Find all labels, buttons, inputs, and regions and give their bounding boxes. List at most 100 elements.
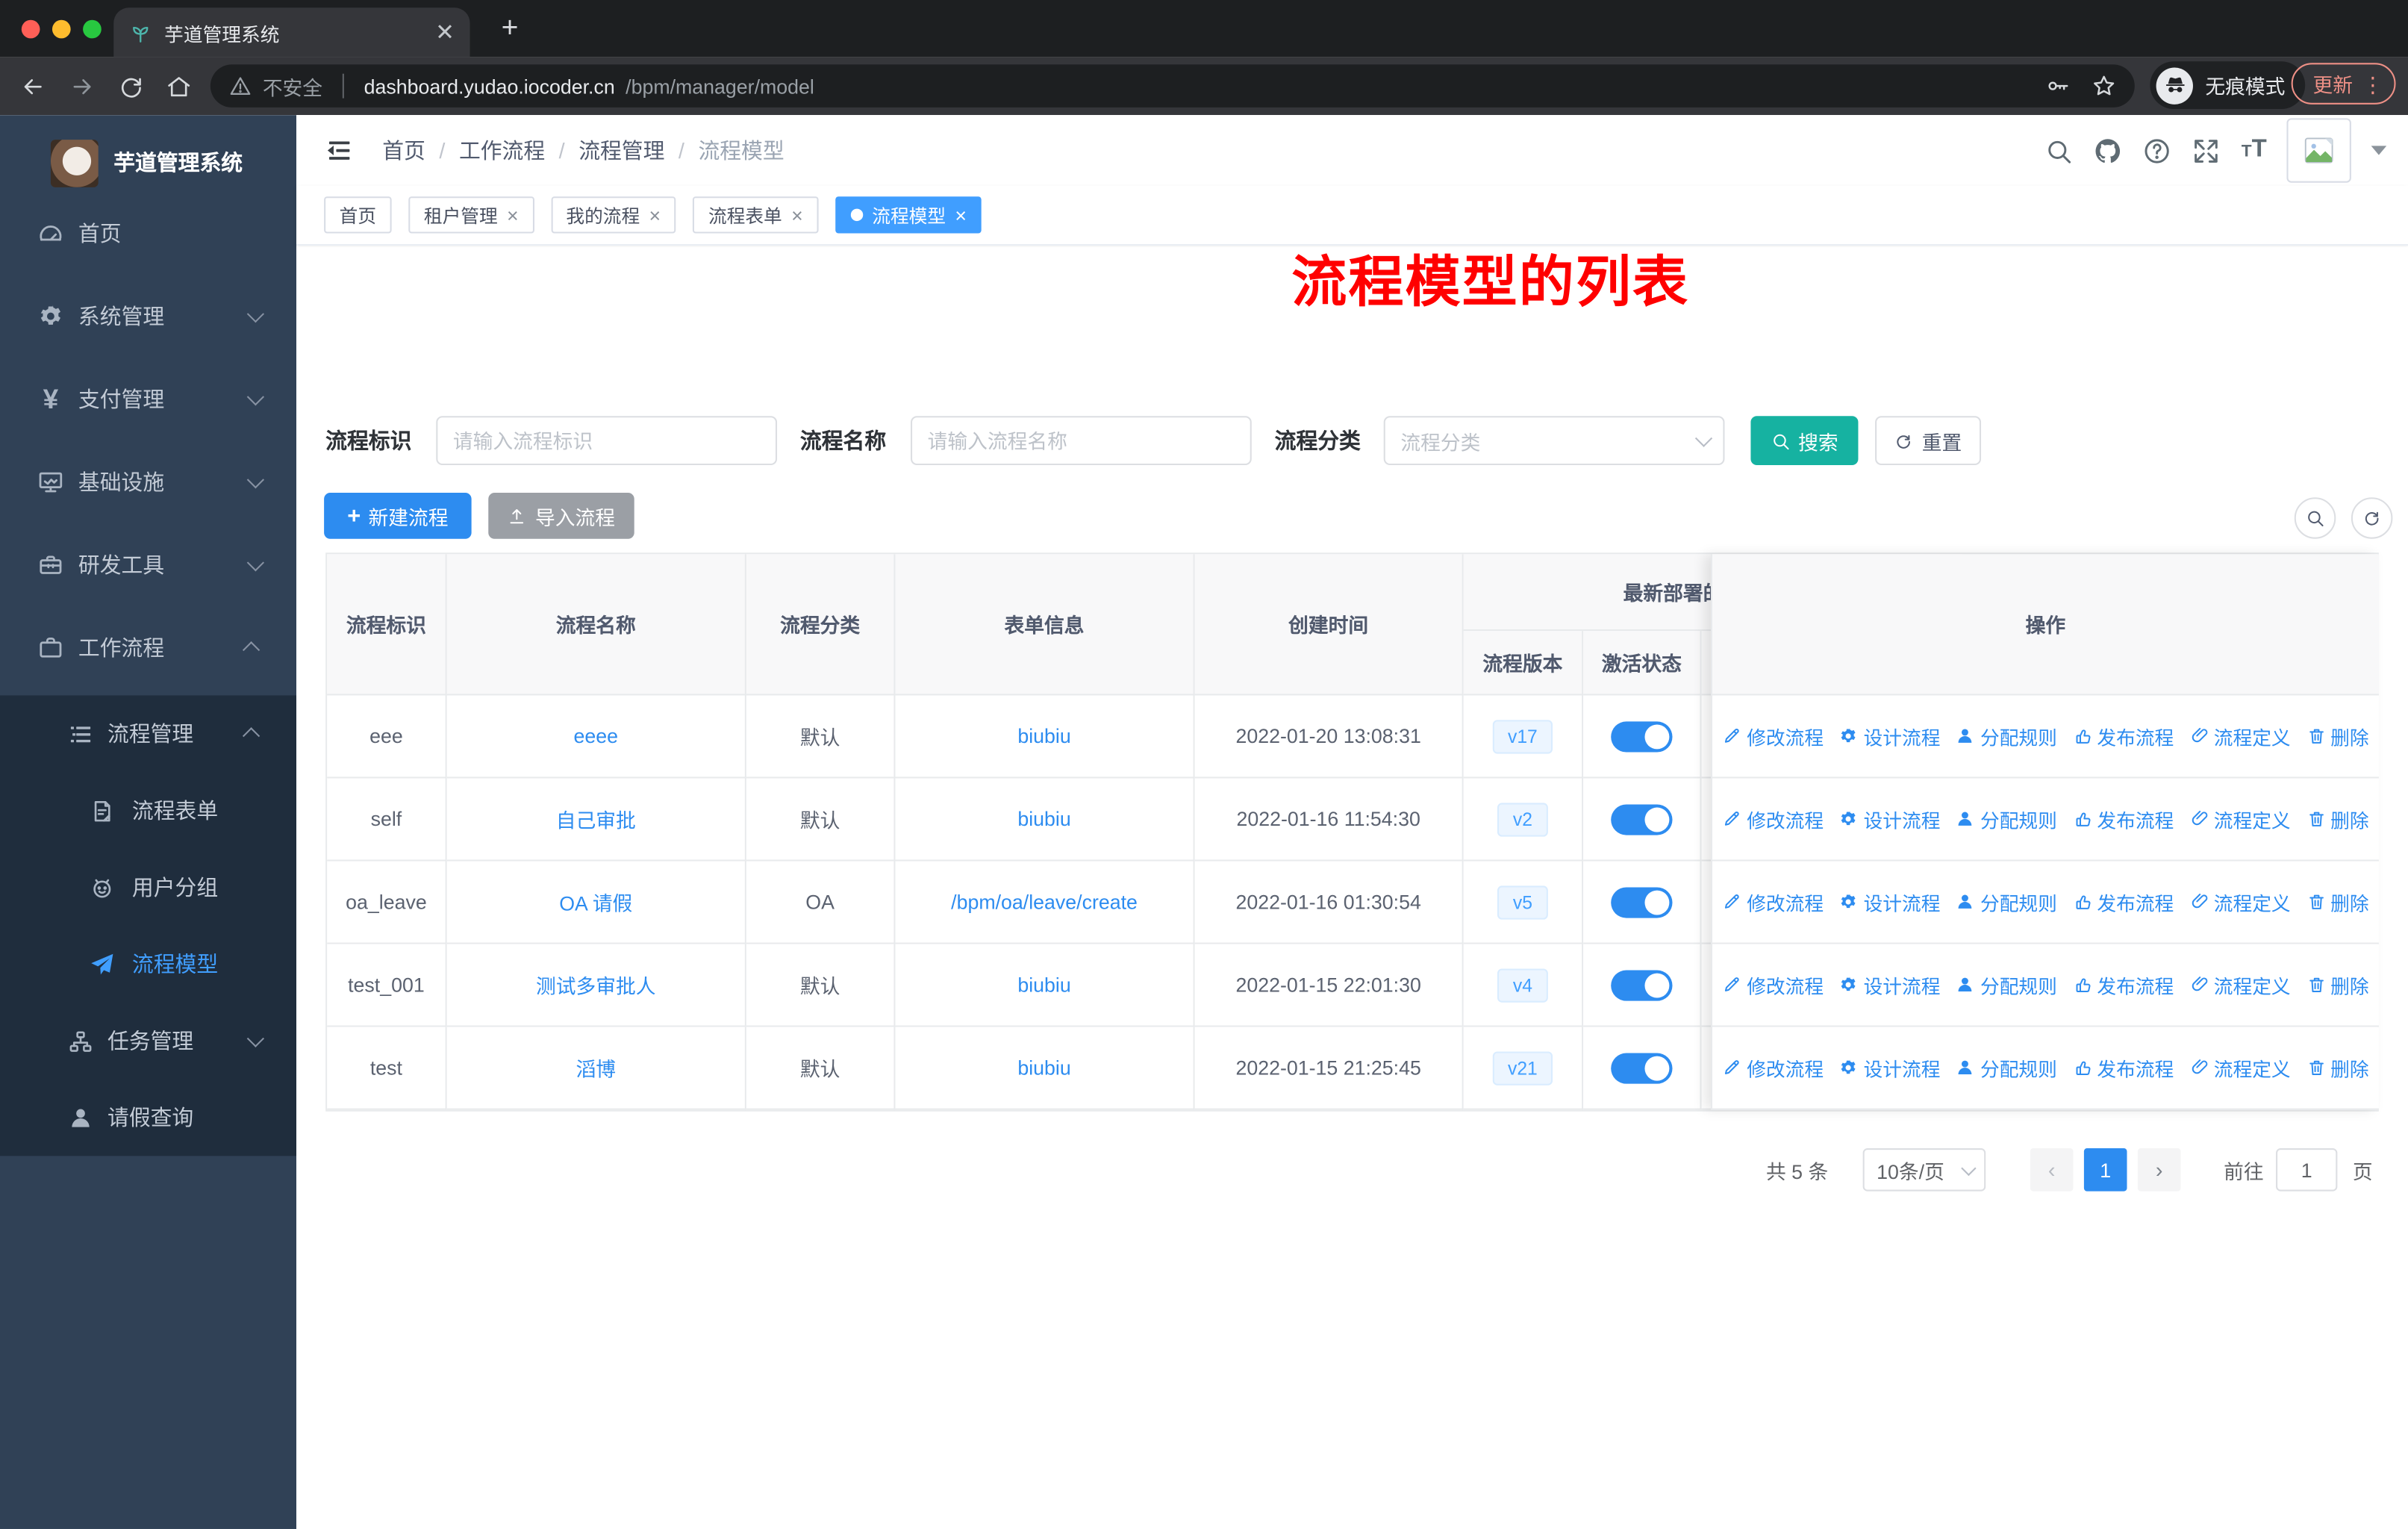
browser-update-button[interactable]: 更新 ⋮ [2291, 63, 2396, 105]
sidebar-logo-row[interactable]: 芋道管理系统 [0, 129, 296, 196]
reset-button[interactable]: 重置 [1875, 416, 1982, 466]
action-link-publish[interactable]: 发布流程 [2072, 721, 2174, 750]
traffic-close-button[interactable] [21, 19, 40, 39]
help-icon[interactable] [2143, 136, 2172, 165]
avatar[interactable] [2286, 118, 2351, 183]
action-link-gear[interactable]: 设计流程 [1839, 721, 1940, 750]
github-icon[interactable] [2094, 136, 2123, 165]
action-link-gear[interactable]: 设计流程 [1839, 1053, 1940, 1083]
sidebar-fold-icon[interactable] [324, 135, 355, 166]
form-info-link[interactable]: biubiu [895, 1027, 1195, 1110]
search-icon[interactable] [2044, 136, 2074, 165]
sidebar-item-gear[interactable]: 系统管理 [0, 275, 296, 358]
new-tab-button[interactable]: + [491, 10, 528, 47]
breadcrumb-item[interactable]: 工作流程 [459, 135, 545, 166]
page-size-select[interactable]: 10条/页 [1862, 1148, 1986, 1192]
tab-tag-我的流程[interactable]: 我的流程 × [550, 196, 676, 234]
tab-tag-流程表单[interactable]: 流程表单 × [693, 196, 819, 234]
forward-button[interactable] [61, 66, 101, 105]
active-toggle[interactable] [1611, 1052, 1673, 1083]
process-name-link[interactable]: 自己审批 [446, 778, 746, 862]
tab-tag-流程模型[interactable]: 流程模型 × [835, 196, 982, 234]
action-link-assign[interactable]: 分配规则 [1956, 721, 2057, 750]
action-link-gear[interactable]: 设计流程 [1839, 971, 1940, 1000]
form-info-link[interactable]: biubiu [895, 778, 1195, 862]
action-link-trash[interactable]: 删除 [2306, 721, 2369, 750]
font-size-icon[interactable]: TT [2242, 137, 2267, 164]
fullscreen-icon[interactable] [2192, 136, 2221, 165]
sidebar-item-tree[interactable]: 任务管理 [0, 1003, 296, 1080]
action-link-gear[interactable]: 设计流程 [1839, 804, 1940, 833]
sidebar-item-briefcase[interactable]: 工作流程 [0, 606, 296, 689]
action-link-edit[interactable]: 修改流程 [1722, 721, 1824, 750]
sidebar-item-list[interactable]: 流程管理 [0, 695, 296, 772]
action-link-trash[interactable]: 删除 [2306, 804, 2369, 833]
create-process-button[interactable]: + 新建流程 [324, 493, 472, 539]
action-link-assign[interactable]: 分配规则 [1956, 887, 2057, 916]
menu-kebab-icon[interactable]: ⋮ [2362, 73, 2383, 95]
sidebar-item-yen[interactable]: ¥ 支付管理 [0, 358, 296, 440]
action-link-clip[interactable]: 流程定义 [2189, 721, 2291, 750]
process-name-link[interactable]: eeee [446, 695, 746, 779]
filter-category-select[interactable]: 流程分类 [1383, 416, 1725, 466]
address-bar[interactable]: 不安全 dashboard.yudao.iocoder.cn/bpm/manag… [210, 64, 2135, 108]
filter-name-input[interactable] [911, 416, 1252, 466]
action-link-publish[interactable]: 发布流程 [2072, 971, 2174, 1000]
active-toggle[interactable] [1611, 886, 1673, 918]
next-page-button[interactable]: › [2137, 1148, 2181, 1192]
back-button[interactable] [12, 66, 52, 105]
active-toggle[interactable] [1611, 803, 1673, 835]
action-link-clip[interactable]: 流程定义 [2189, 804, 2291, 833]
form-info-link[interactable]: /bpm/oa/leave/create [895, 861, 1195, 944]
action-link-publish[interactable]: 发布流程 [2072, 887, 2174, 916]
breadcrumb-item[interactable]: 首页 [382, 135, 425, 166]
key-icon[interactable] [2045, 74, 2070, 99]
search-button[interactable]: 搜索 [1750, 416, 1859, 466]
action-link-clip[interactable]: 流程定义 [2189, 971, 2291, 1000]
sidebar-item-monitor[interactable]: 基础设施 [0, 440, 296, 523]
tab-tag-租户管理[interactable]: 租户管理 × [408, 196, 534, 234]
close-icon[interactable]: × [649, 205, 661, 225]
process-name-link[interactable]: 滔博 [446, 1027, 746, 1110]
process-name-link[interactable]: OA 请假 [446, 861, 746, 944]
tab-tag-首页[interactable]: 首页 [324, 196, 392, 234]
action-link-assign[interactable]: 分配规则 [1956, 1053, 2057, 1083]
action-link-trash[interactable]: 删除 [2306, 887, 2369, 916]
action-link-edit[interactable]: 修改流程 [1722, 804, 1824, 833]
goto-page-input[interactable] [2276, 1148, 2338, 1192]
action-link-gear[interactable]: 设计流程 [1839, 887, 1940, 916]
breadcrumb-item[interactable]: 流程管理 [578, 135, 664, 166]
home-button[interactable] [158, 66, 198, 105]
close-icon[interactable]: × [955, 205, 967, 225]
import-process-button[interactable]: 导入流程 [488, 493, 634, 539]
avatar-caret-icon[interactable] [2371, 146, 2387, 155]
sidebar-item-robot[interactable]: 用户分组 [0, 849, 296, 926]
action-link-publish[interactable]: 发布流程 [2072, 1053, 2174, 1083]
filter-key-input[interactable] [436, 416, 778, 466]
action-link-publish[interactable]: 发布流程 [2072, 804, 2174, 833]
action-link-edit[interactable]: 修改流程 [1722, 1053, 1824, 1083]
sidebar-item-toolbox[interactable]: 研发工具 [0, 523, 296, 606]
active-toggle[interactable] [1611, 720, 1673, 752]
active-toggle[interactable] [1611, 969, 1673, 1000]
form-info-link[interactable]: biubiu [895, 944, 1195, 1027]
action-link-edit[interactable]: 修改流程 [1722, 887, 1824, 916]
action-link-trash[interactable]: 删除 [2306, 1053, 2369, 1083]
sidebar-item-plane[interactable]: 流程模型 [0, 926, 296, 1003]
sidebar-item-docedit[interactable]: 流程表单 [0, 772, 296, 849]
bookmark-star-icon[interactable] [2092, 74, 2116, 99]
prev-page-button[interactable]: ‹ [2030, 1148, 2074, 1192]
action-link-trash[interactable]: 删除 [2306, 971, 2369, 1000]
reload-button[interactable] [110, 66, 150, 105]
tab-close-icon[interactable]: ✕ [435, 21, 455, 44]
refresh-table-button[interactable] [2351, 497, 2393, 539]
close-icon[interactable]: × [791, 205, 803, 225]
close-icon[interactable]: × [507, 205, 519, 225]
action-link-clip[interactable]: 流程定义 [2189, 887, 2291, 916]
browser-tab[interactable]: 芋道管理系统 ✕ [113, 7, 470, 57]
action-link-clip[interactable]: 流程定义 [2189, 1053, 2291, 1083]
traffic-minimize-button[interactable] [52, 19, 71, 39]
show-search-button[interactable] [2294, 497, 2336, 539]
sidebar-item-user[interactable]: 请假查询 [0, 1080, 296, 1156]
sidebar-item-gauge[interactable]: 首页 [0, 192, 296, 275]
